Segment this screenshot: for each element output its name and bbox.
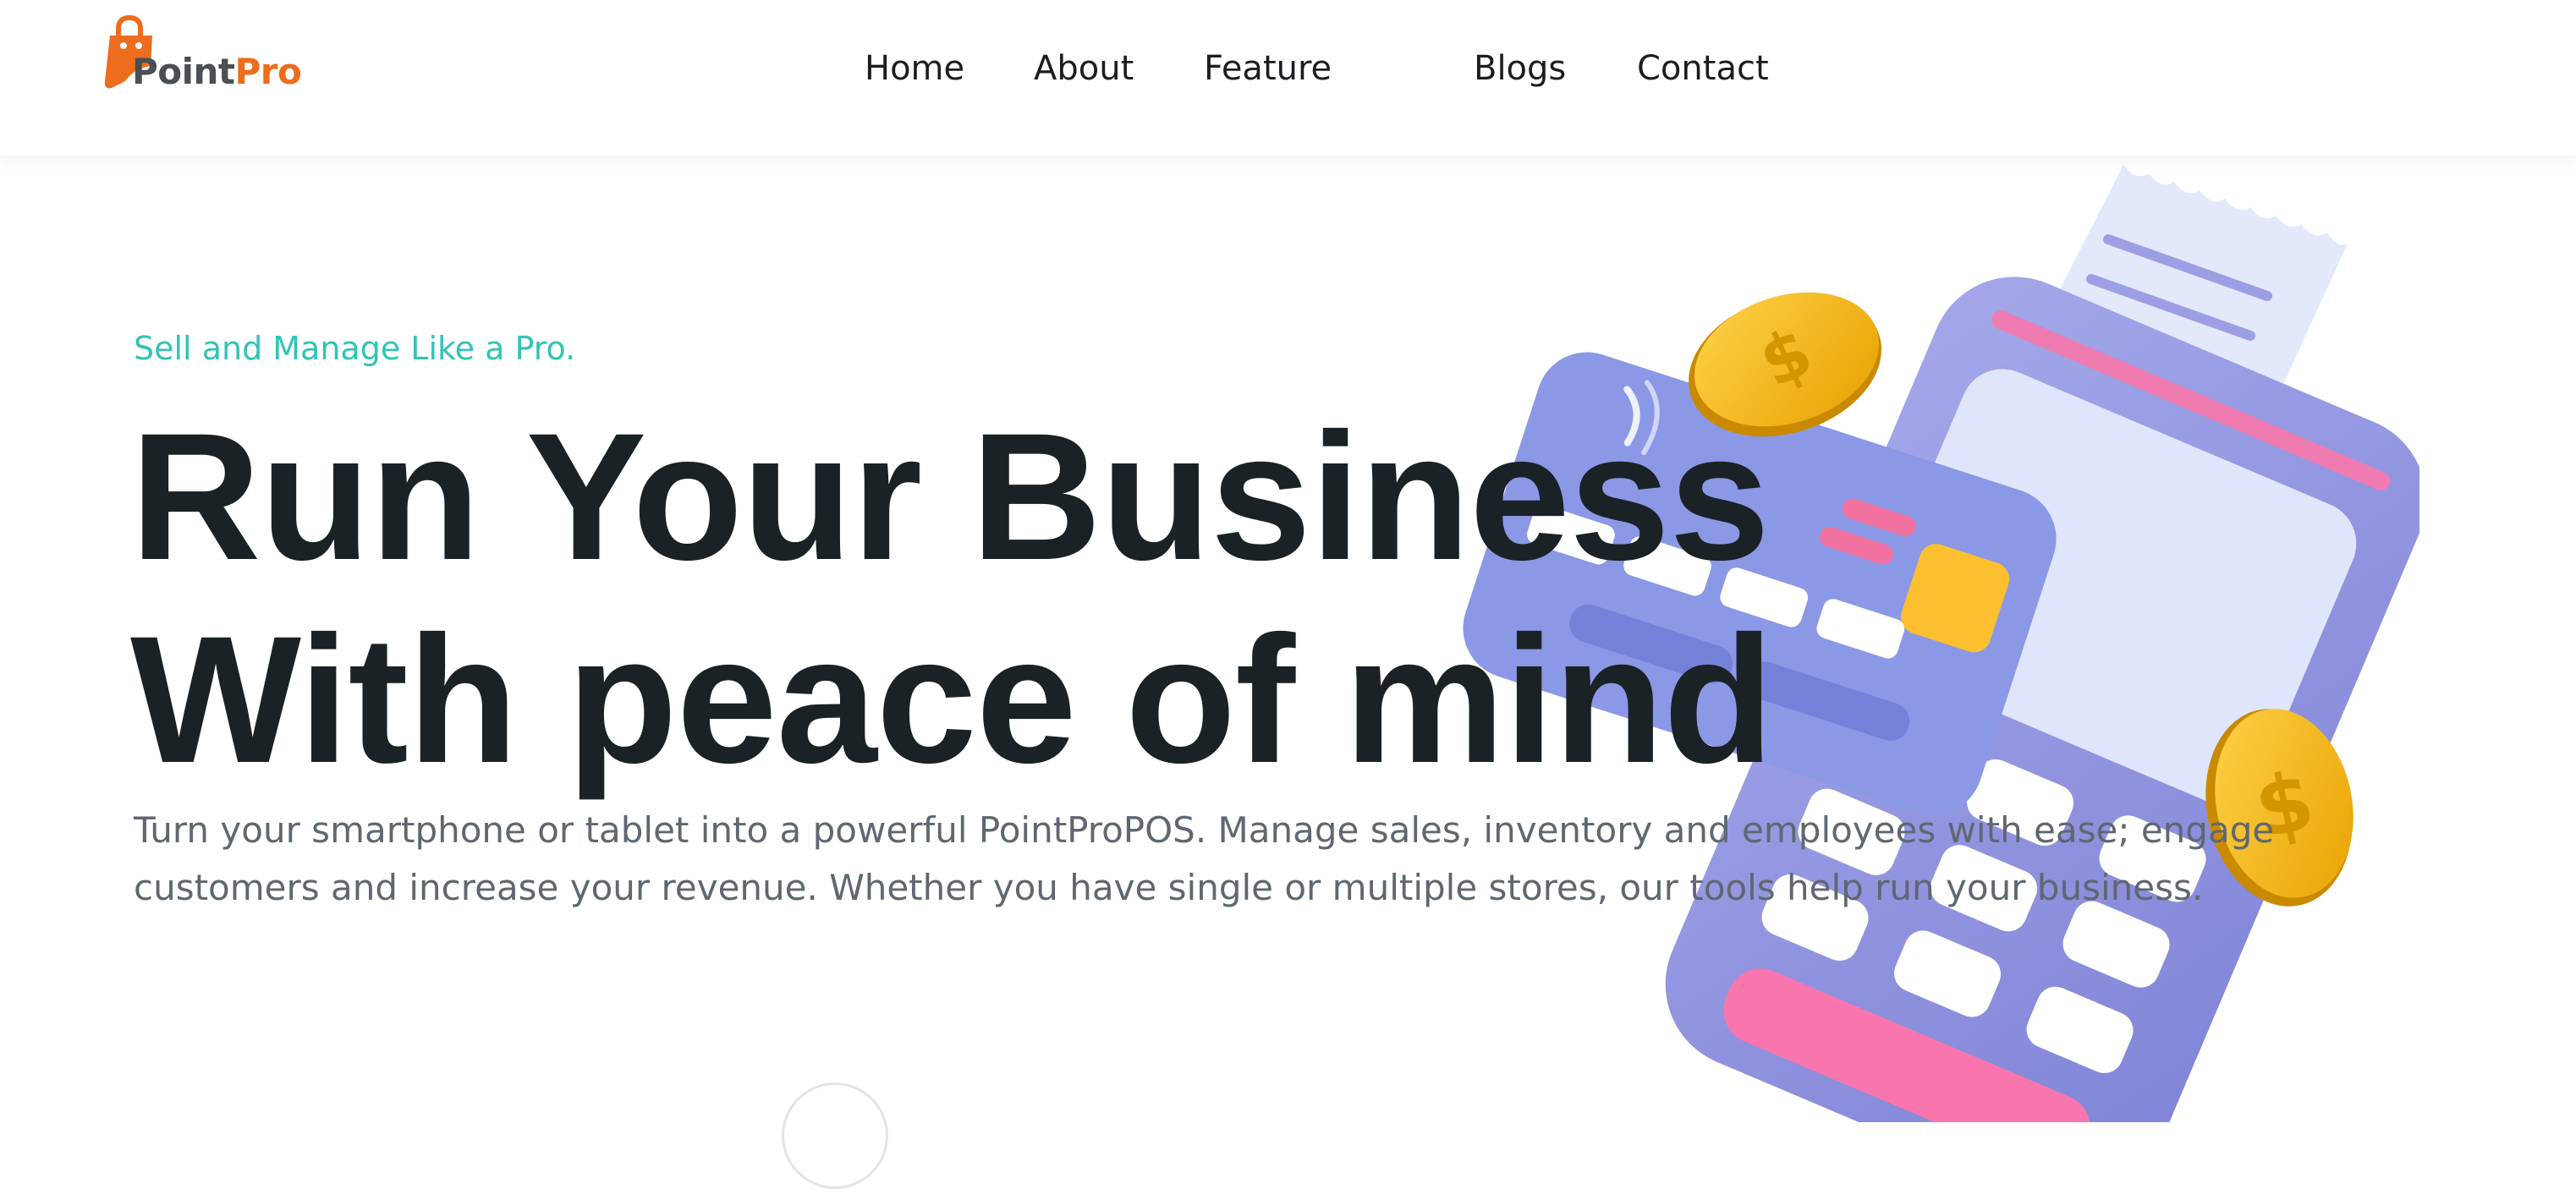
brand-name-part2: Pro — [234, 51, 302, 92]
nav-feature[interactable]: Feature — [1204, 49, 1332, 88]
top-navbar: PointPro Home About Feature Blogs Contac… — [0, 0, 2576, 156]
hero-description-line2: customers and increase your revenue. Whe… — [134, 867, 2204, 908]
nav-home[interactable]: Home — [865, 49, 964, 88]
nav-about[interactable]: About — [1034, 49, 1134, 88]
hero-description: Turn your smartphone or tablet into a po… — [134, 802, 2333, 917]
brand-name-part1: Point — [132, 51, 235, 92]
hero-headline: Run Your Business With peace of mind — [130, 396, 1774, 802]
nav-contact[interactable]: Contact — [1637, 49, 1769, 88]
brand-name: PointPro — [132, 51, 302, 92]
hero-tagline: Sell and Manage Like a Pro. — [134, 330, 576, 367]
hero-headline-line2: With peace of mind — [130, 599, 1774, 801]
nav-blogs[interactable]: Blogs — [1474, 49, 1566, 88]
hero-headline-line1: Run Your Business — [130, 396, 1770, 598]
hero-description-line1: Turn your smartphone or tablet into a po… — [134, 809, 2275, 851]
scroll-down-button[interactable] — [782, 1082, 888, 1189]
brand-logo-link[interactable]: PointPro — [100, 15, 320, 100]
